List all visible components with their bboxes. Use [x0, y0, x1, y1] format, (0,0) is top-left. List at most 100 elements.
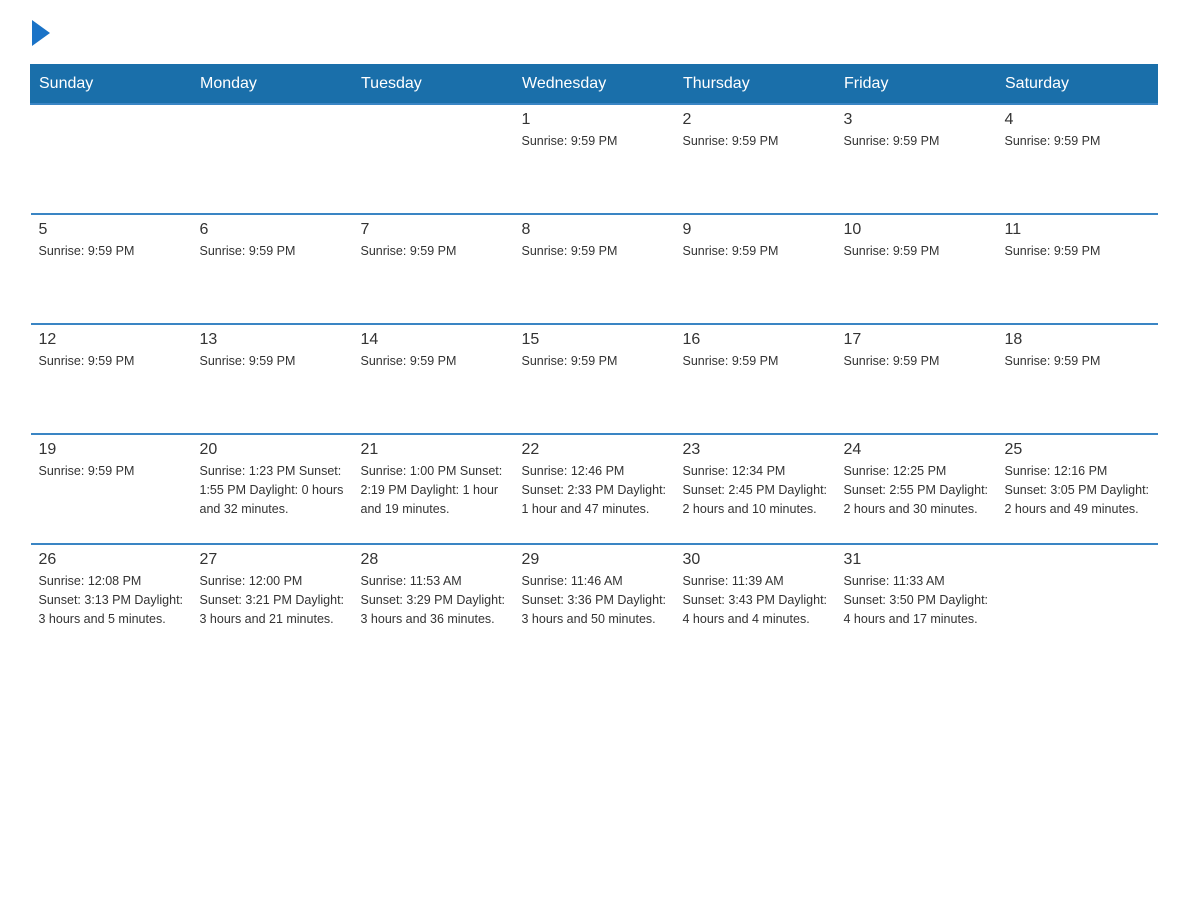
day-info: Sunrise: 9:59 PM	[844, 132, 989, 151]
day-number: 26	[39, 551, 184, 569]
day-info: Sunrise: 9:59 PM	[1005, 242, 1150, 261]
day-info: Sunrise: 9:59 PM	[200, 352, 345, 371]
calendar-cell: 3 Sunrise: 9:59 PM	[836, 104, 997, 214]
calendar-cell: 26 Sunrise: 12:08 PM Sunset: 3:13 PM Dayl…	[31, 544, 192, 654]
day-info: Sunrise: 9:59 PM	[522, 242, 667, 261]
calendar-cell: 24 Sunrise: 12:25 PM Sunset: 2:55 PM Dayl…	[836, 434, 997, 544]
day-header-tuesday: Tuesday	[353, 65, 514, 105]
calendar-header-row: SundayMondayTuesdayWednesdayThursdayFrid…	[31, 65, 1158, 105]
day-info: Sunrise: 1:00 PM Sunset: 2:19 PM Dayligh…	[361, 462, 506, 518]
day-info: Sunrise: 9:59 PM	[683, 132, 828, 151]
day-info: Sunrise: 9:59 PM	[361, 242, 506, 261]
day-header-thursday: Thursday	[675, 65, 836, 105]
day-number: 21	[361, 441, 506, 459]
day-number: 27	[200, 551, 345, 569]
day-number: 14	[361, 331, 506, 349]
calendar-week-row: 1Sunrise: 9:59 PM2Sunrise: 9:59 PM3Sunri…	[31, 104, 1158, 214]
calendar-cell: 1Sunrise: 9:59 PM	[514, 104, 675, 214]
day-number: 23	[683, 441, 828, 459]
calendar-cell: 15 Sunrise: 9:59 PM	[514, 324, 675, 434]
day-number: 25	[1005, 441, 1150, 459]
calendar-cell: 5 Sunrise: 9:59 PM	[31, 214, 192, 324]
day-number: 22	[522, 441, 667, 459]
calendar-cell: 12Sunrise: 9:59 PM	[31, 324, 192, 434]
day-number: 11	[1005, 221, 1150, 239]
day-number: 5	[39, 221, 184, 239]
day-info: Sunrise: 12:00 PM Sunset: 3:21 PM Daylig…	[200, 572, 345, 628]
day-number: 12	[39, 331, 184, 349]
calendar-cell	[192, 104, 353, 214]
day-header-sunday: Sunday	[31, 65, 192, 105]
day-number: 19	[39, 441, 184, 459]
day-number: 30	[683, 551, 828, 569]
day-number: 7	[361, 221, 506, 239]
day-number: 9	[683, 221, 828, 239]
day-info: Sunrise: 9:59 PM	[844, 352, 989, 371]
calendar-cell	[31, 104, 192, 214]
calendar-week-row: 19 Sunrise: 9:59 PM 20 Sunrise: 1:23 PM Sun…	[31, 434, 1158, 544]
calendar-cell: 8 Sunrise: 9:59 PM	[514, 214, 675, 324]
day-info: Sunrise: 1:23 PM Sunset: 1:55 PM Dayligh…	[200, 462, 345, 518]
day-number: 15	[522, 331, 667, 349]
calendar-cell: 17Sunrise: 9:59 PM	[836, 324, 997, 434]
day-info: Sunrise: 11:46 AM Sunset: 3:36 PM Daylig…	[522, 572, 667, 628]
day-number: 6	[200, 221, 345, 239]
day-number: 10	[844, 221, 989, 239]
day-number: 1	[522, 111, 667, 129]
day-info: Sunrise: 9:59 PM	[39, 242, 184, 261]
calendar-cell: 28Sunrise: 11:53 AM Sunset: 3:29 PM Dayl…	[353, 544, 514, 654]
day-info: Sunrise: 11:39 AM Sunset: 3:43 PM Daylig…	[683, 572, 828, 628]
calendar-cell: 30 Sunrise: 11:39 AM Sunset: 3:43 PM Dayl…	[675, 544, 836, 654]
day-number: 20	[200, 441, 345, 459]
calendar-cell: 6 Sunrise: 9:59 PM	[192, 214, 353, 324]
calendar-cell: 11 Sunrise: 9:59 PM	[997, 214, 1158, 324]
day-info: Sunrise: 12:16 PM Sunset: 3:05 PM Daylig…	[1005, 462, 1150, 518]
day-info: Sunrise: 12:25 PM Sunset: 2:55 PM Daylig…	[844, 462, 989, 518]
calendar-cell: 20 Sunrise: 1:23 PM Sunset: 1:55 PM Dayli…	[192, 434, 353, 544]
calendar-cell: 13 Sunrise: 9:59 PM	[192, 324, 353, 434]
calendar-cell: 22 Sunrise: 12:46 PM Sunset: 2:33 PM Dayl…	[514, 434, 675, 544]
calendar-cell: 2Sunrise: 9:59 PM	[675, 104, 836, 214]
calendar-cell: 10 Sunrise: 9:59 PM	[836, 214, 997, 324]
calendar-cell: 29Sunrise: 11:46 AM Sunset: 3:36 PM Dayl…	[514, 544, 675, 654]
day-info: Sunrise: 11:53 AM Sunset: 3:29 PM Daylig…	[361, 572, 506, 628]
day-number: 24	[844, 441, 989, 459]
day-number: 3	[844, 111, 989, 129]
logo	[30, 20, 50, 48]
day-number: 13	[200, 331, 345, 349]
day-info: Sunrise: 9:59 PM	[39, 462, 184, 481]
day-header-friday: Friday	[836, 65, 997, 105]
day-number: 4	[1005, 111, 1150, 129]
day-info: Sunrise: 9:59 PM	[683, 242, 828, 261]
day-info: Sunrise: 12:08 PM Sunset: 3:13 PM Daylig…	[39, 572, 184, 628]
day-info: Sunrise: 12:34 PM Sunset: 2:45 PM Daylig…	[683, 462, 828, 518]
day-number: 8	[522, 221, 667, 239]
day-header-saturday: Saturday	[997, 65, 1158, 105]
day-info: Sunrise: 9:59 PM	[522, 352, 667, 371]
day-info: Sunrise: 12:46 PM Sunset: 2:33 PM Daylig…	[522, 462, 667, 518]
calendar-cell: 18Sunrise: 9:59 PM	[997, 324, 1158, 434]
day-number: 18	[1005, 331, 1150, 349]
calendar-cell: 27 Sunrise: 12:00 PM Sunset: 3:21 PM Dayl…	[192, 544, 353, 654]
calendar-week-row: 5 Sunrise: 9:59 PM 6 Sunrise: 9:59 PM 7 Sunri…	[31, 214, 1158, 324]
day-number: 31	[844, 551, 989, 569]
calendar-cell: 31 Sunrise: 11:33 AM Sunset: 3:50 PM Dayl…	[836, 544, 997, 654]
calendar-cell	[353, 104, 514, 214]
day-info: Sunrise: 9:59 PM	[1005, 132, 1150, 151]
day-header-monday: Monday	[192, 65, 353, 105]
page-header	[30, 20, 1158, 48]
calendar-cell: 7 Sunrise: 9:59 PM	[353, 214, 514, 324]
calendar-cell: 14 Sunrise: 9:59 PM	[353, 324, 514, 434]
calendar-cell: 25 Sunrise: 12:16 PM Sunset: 3:05 PM Dayl…	[997, 434, 1158, 544]
day-info: Sunrise: 9:59 PM	[844, 242, 989, 261]
day-info: Sunrise: 9:59 PM	[200, 242, 345, 261]
day-info: Sunrise: 9:59 PM	[683, 352, 828, 371]
logo-triangle-icon	[32, 20, 50, 46]
day-info: Sunrise: 11:33 AM Sunset: 3:50 PM Daylig…	[844, 572, 989, 628]
day-number: 16	[683, 331, 828, 349]
calendar-cell: 9 Sunrise: 9:59 PM	[675, 214, 836, 324]
calendar-cell	[997, 544, 1158, 654]
calendar-cell: 21 Sunrise: 1:00 PM Sunset: 2:19 PM Dayli…	[353, 434, 514, 544]
day-info: Sunrise: 9:59 PM	[361, 352, 506, 371]
day-header-wednesday: Wednesday	[514, 65, 675, 105]
